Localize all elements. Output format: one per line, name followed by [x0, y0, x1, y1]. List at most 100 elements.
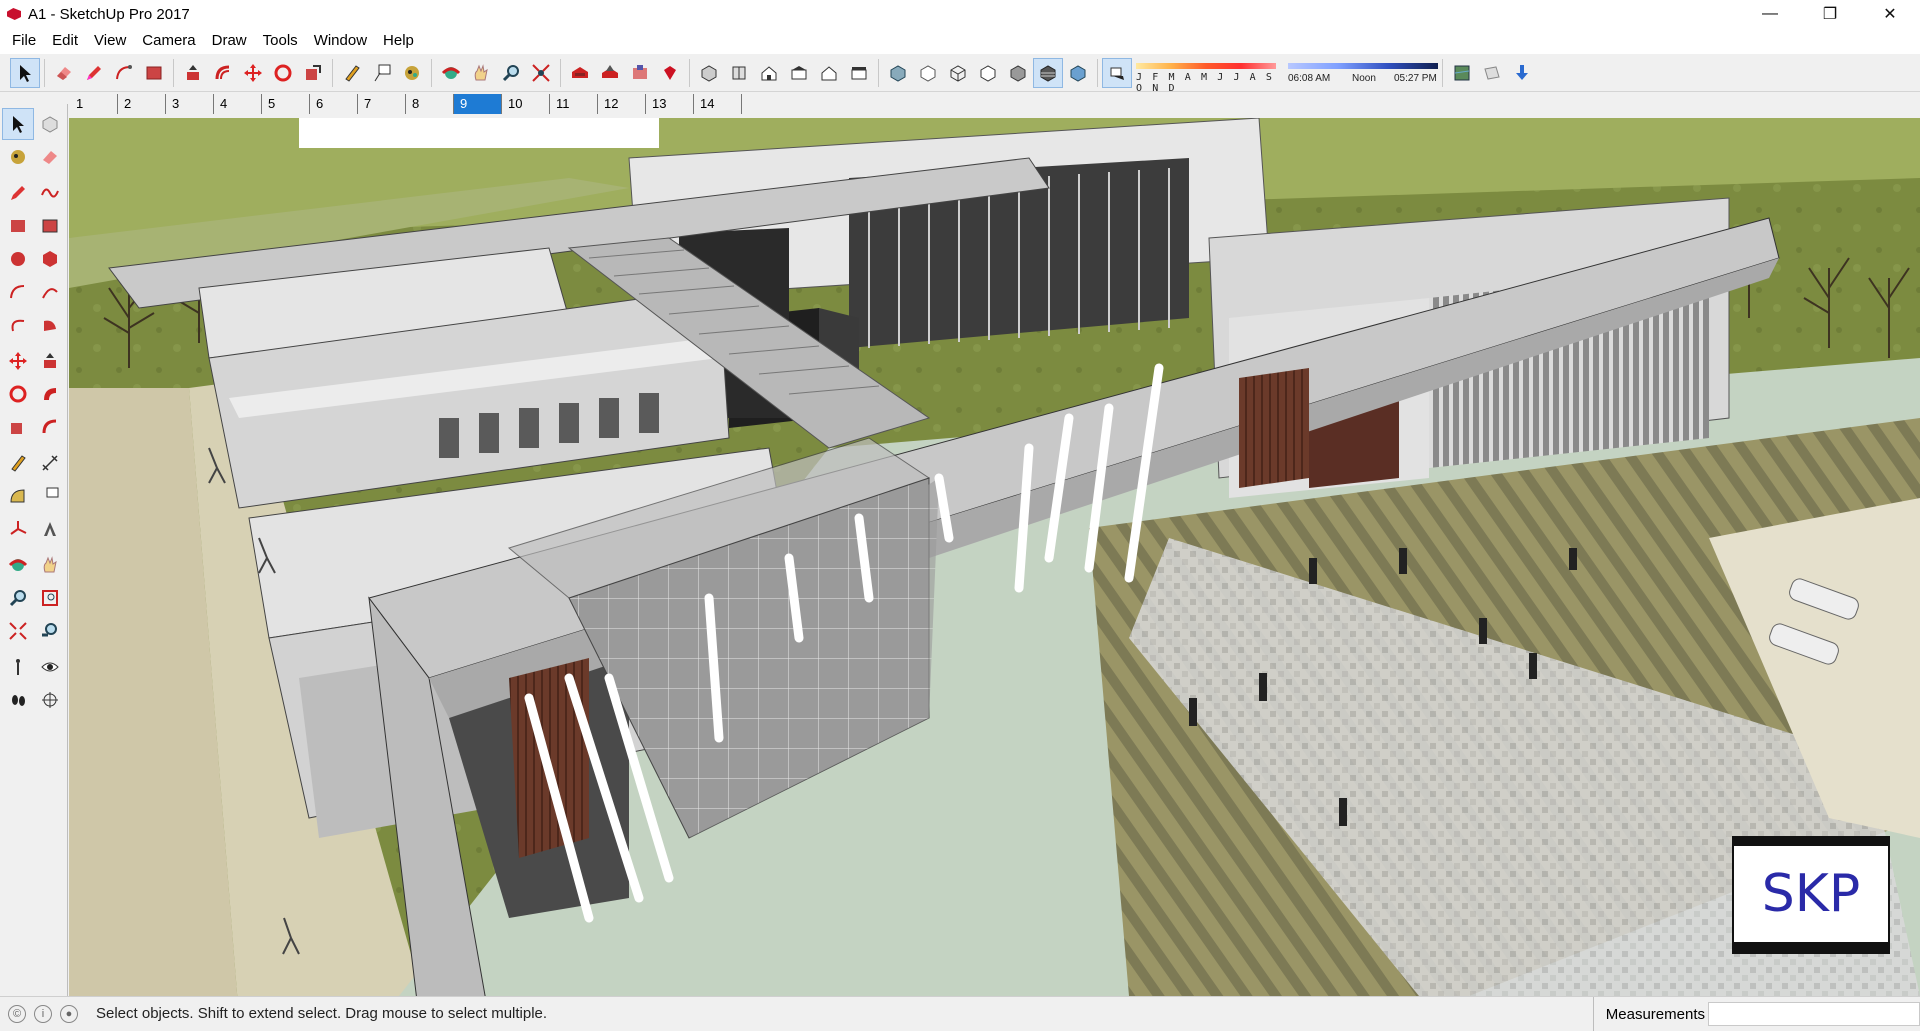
axes-button[interactable] — [2, 513, 34, 545]
warehouse-button[interactable] — [565, 58, 595, 88]
top-view-button[interactable] — [724, 58, 754, 88]
right-view-button[interactable] — [784, 58, 814, 88]
zoom-button[interactable] — [496, 58, 526, 88]
circle-button[interactable] — [2, 243, 34, 275]
offset-button[interactable] — [34, 411, 66, 443]
iso-view-button[interactable] — [694, 58, 724, 88]
scale-button[interactable] — [298, 58, 328, 88]
tape-measure-button[interactable] — [2, 447, 34, 479]
geo-location-icon[interactable]: © — [8, 1004, 26, 1023]
eraser-button[interactable] — [34, 141, 66, 173]
eraser-button[interactable] — [49, 58, 79, 88]
extension-warehouse-button[interactable] — [625, 58, 655, 88]
info-icon[interactable]: i — [34, 1004, 52, 1023]
measurements-input[interactable] — [1708, 1002, 1920, 1026]
move-button[interactable] — [238, 58, 268, 88]
scene-tab[interactable]: 10 — [502, 94, 550, 114]
front-view-button[interactable] — [754, 58, 784, 88]
scene-tab[interactable]: 2 — [118, 94, 166, 114]
restore-button[interactable]: ❐ — [1800, 0, 1860, 28]
model-viewport[interactable]: SKP — [69, 118, 1920, 996]
select-button[interactable] — [2, 108, 34, 140]
minimize-button[interactable]: — — [1740, 0, 1800, 28]
line-button[interactable] — [2, 177, 34, 209]
3d-text-button[interactable] — [34, 513, 66, 545]
scene-tab[interactable]: 3 — [166, 94, 214, 114]
close-button[interactable]: ✕ — [1860, 0, 1920, 28]
text-button[interactable] — [34, 480, 66, 512]
scene-tab[interactable]: 1 — [70, 94, 118, 114]
two-point-arc-button[interactable] — [34, 276, 66, 308]
arc-button[interactable] — [2, 276, 34, 308]
xray-button[interactable] — [883, 58, 913, 88]
protractor-button[interactable] — [2, 480, 34, 512]
menu-help[interactable]: Help — [375, 28, 422, 54]
zoom-window-button[interactable] — [34, 582, 66, 614]
paint-bucket-button[interactable] — [397, 58, 427, 88]
freehand-button[interactable] — [34, 177, 66, 209]
pan-button[interactable] — [466, 58, 496, 88]
look-around-button[interactable] — [34, 651, 66, 683]
rectangle-button[interactable] — [2, 210, 34, 242]
rotate-button[interactable] — [2, 378, 34, 410]
scale-button[interactable] — [2, 411, 34, 443]
make-component-button[interactable] — [34, 108, 66, 140]
rotated-rectangle-button[interactable] — [34, 210, 66, 242]
zoom-extents-button[interactable] — [2, 615, 34, 647]
orbit-button[interactable] — [2, 549, 34, 581]
line-tool-button[interactable] — [79, 58, 109, 88]
ruby-console-button[interactable] — [655, 58, 685, 88]
back-edges-button[interactable] — [913, 58, 943, 88]
shadows-toggle-button[interactable] — [1102, 57, 1132, 88]
move-button[interactable] — [2, 345, 34, 377]
scene-tab[interactable]: 4 — [214, 94, 262, 114]
share-model-button[interactable] — [595, 58, 625, 88]
menu-view[interactable]: View — [86, 28, 134, 54]
scene-tab[interactable]: 13 — [646, 94, 694, 114]
scene-tab[interactable]: 6 — [310, 94, 358, 114]
user-account-icon[interactable]: ● — [60, 1004, 78, 1023]
scene-tab[interactable]: 8 — [406, 94, 454, 114]
previous-view-button[interactable] — [34, 615, 66, 647]
credits-button[interactable] — [1477, 58, 1507, 88]
push-pull-button[interactable] — [34, 345, 66, 377]
hidden-line-button[interactable] — [973, 58, 1003, 88]
paint-bucket-button[interactable] — [2, 141, 34, 173]
push-pull-button[interactable] — [178, 58, 208, 88]
scene-tab[interactable]: 12 — [598, 94, 646, 114]
scene-tab[interactable]: 14 — [694, 94, 742, 114]
scene-tab[interactable]: 7 — [358, 94, 406, 114]
back-view-button[interactable] — [814, 58, 844, 88]
time-slider[interactable]: 06:08 AM Noon 05:27 PM — [1288, 59, 1438, 87]
offset-button[interactable] — [208, 58, 238, 88]
wireframe-button[interactable] — [943, 58, 973, 88]
left-view-button[interactable] — [844, 58, 874, 88]
menu-edit[interactable]: Edit — [44, 28, 86, 54]
zoom-extents-button[interactable] — [526, 58, 556, 88]
month-slider[interactable]: J F M A M J J A S O N D — [1136, 59, 1276, 94]
position-camera-button[interactable] — [2, 651, 34, 683]
rectangle-tool-button[interactable] — [139, 58, 169, 88]
rotate-button[interactable] — [268, 58, 298, 88]
scene-tab[interactable]: 11 — [550, 94, 598, 114]
menu-camera[interactable]: Camera — [134, 28, 203, 54]
text-tool-button[interactable] — [367, 58, 397, 88]
select-tool-button[interactable] — [10, 57, 40, 88]
menu-window[interactable]: Window — [306, 28, 375, 54]
pie-button[interactable] — [34, 309, 66, 341]
scene-tab[interactable]: 5 — [262, 94, 310, 114]
follow-me-button[interactable] — [34, 378, 66, 410]
pan-button[interactable] — [34, 549, 66, 581]
monochrome-button[interactable] — [1063, 58, 1093, 88]
menu-draw[interactable]: Draw — [204, 28, 255, 54]
menu-file[interactable]: File — [4, 28, 44, 54]
add-location-button[interactable] — [1507, 58, 1537, 88]
shaded-button[interactable] — [1003, 58, 1033, 88]
walk-button[interactable] — [2, 684, 34, 716]
section-plane-button[interactable] — [34, 684, 66, 716]
zoom-button[interactable] — [2, 582, 34, 614]
orbit-button[interactable] — [436, 58, 466, 88]
polygon-button[interactable] — [34, 243, 66, 275]
tape-measure-button[interactable] — [337, 58, 367, 88]
geo-location-button[interactable] — [1447, 58, 1477, 88]
